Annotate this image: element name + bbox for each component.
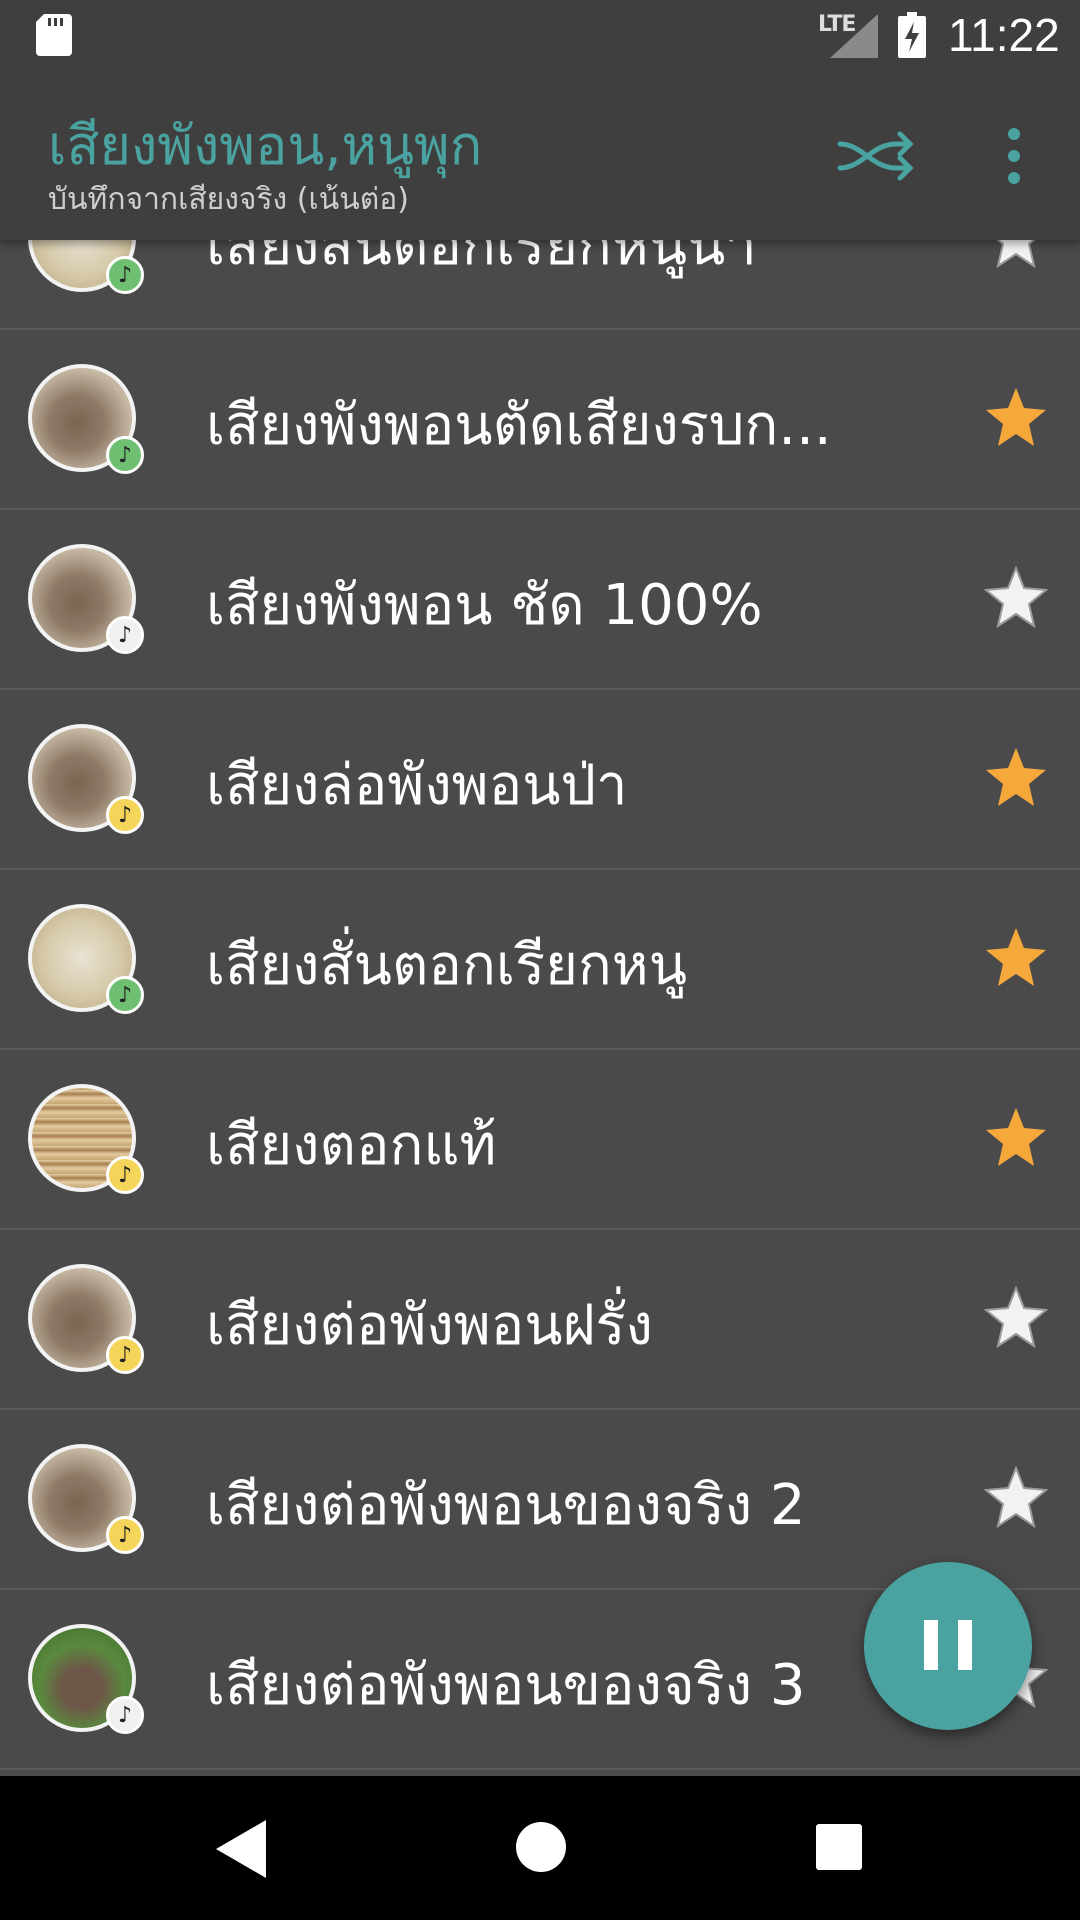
app-bar: เสียงพังพอน,หนูพุก บันทึกจากเสียงจริง (เ… xyxy=(0,72,1080,240)
music-note-icon: ♪ xyxy=(106,1336,144,1374)
recent-apps-icon[interactable] xyxy=(816,1824,862,1870)
item-label: เสียงล่อพังพอนป่า xyxy=(206,753,628,818)
app-subtitle: บันทึกจากเสียงจริง (เน้นต่อ) xyxy=(48,182,409,217)
star-outline-icon[interactable] xyxy=(982,1466,1050,1530)
list-item[interactable]: ♪ เสียงตอกแท้ xyxy=(0,1048,1080,1230)
signal-icon xyxy=(830,14,878,58)
list-item[interactable]: ♪ เสียงพังพอนตัดเสียงรบก... xyxy=(0,328,1080,510)
music-note-icon: ♪ xyxy=(106,256,144,294)
more-options-icon[interactable] xyxy=(990,120,1038,192)
music-note-icon: ♪ xyxy=(106,1696,144,1734)
star-filled-icon[interactable] xyxy=(982,926,1050,990)
item-label: เสียงต่อพังพอนฝรั่ง xyxy=(206,1293,653,1358)
star-outline-icon[interactable] xyxy=(982,566,1050,630)
music-note-icon: ♪ xyxy=(106,1516,144,1554)
list-item[interactable]: ♪ เสียงสั่นตอกเรียกหนู xyxy=(0,868,1080,1050)
list-item[interactable]: ♪ เสียงต่อพังพอนฝรั่ง xyxy=(0,1228,1080,1410)
music-note-icon: ♪ xyxy=(106,1156,144,1194)
item-label: เสียงต่อพังพอนของจริง 3 xyxy=(206,1653,806,1718)
status-bar: LTE 11:22 xyxy=(0,0,1080,72)
sd-card-icon xyxy=(36,14,72,56)
star-outline-icon[interactable] xyxy=(982,1286,1050,1350)
star-filled-icon[interactable] xyxy=(982,386,1050,450)
pause-button[interactable] xyxy=(864,1562,1032,1730)
item-label: เสียงพังพอนตัดเสียงรบก... xyxy=(206,393,832,458)
music-note-icon: ♪ xyxy=(106,976,144,1014)
list-item[interactable]: ♪ เสียงล่อพังพอนป่า xyxy=(0,688,1080,870)
star-filled-icon[interactable] xyxy=(982,1106,1050,1170)
music-note-icon: ♪ xyxy=(106,616,144,654)
star-filled-icon[interactable] xyxy=(982,746,1050,810)
item-label: เสียงต่อพังพอนของจริง 2 xyxy=(206,1473,806,1538)
music-note-icon: ♪ xyxy=(106,436,144,474)
music-note-icon: ♪ xyxy=(106,796,144,834)
back-icon[interactable] xyxy=(212,1820,268,1878)
home-icon[interactable] xyxy=(516,1822,566,1872)
item-label: เสียงสั่นตอกเรียกหนู xyxy=(206,933,687,998)
battery-charging-icon xyxy=(898,12,926,58)
navigation-bar xyxy=(0,1776,1080,1920)
item-label: เสียงพังพอน ชัด 100% xyxy=(206,573,763,638)
pause-icon xyxy=(924,1620,938,1670)
shuffle-icon[interactable] xyxy=(836,126,916,186)
item-label: เสียงตอกแท้ xyxy=(206,1113,497,1178)
pause-icon-bar xyxy=(958,1620,972,1670)
list-item[interactable]: ♪ เสียงพังพอน ชัด 100% xyxy=(0,508,1080,690)
list-item[interactable]: ♪ เสียงต่อพังพอนของจริง 2 xyxy=(0,1408,1080,1590)
clock: 11:22 xyxy=(948,9,1060,61)
